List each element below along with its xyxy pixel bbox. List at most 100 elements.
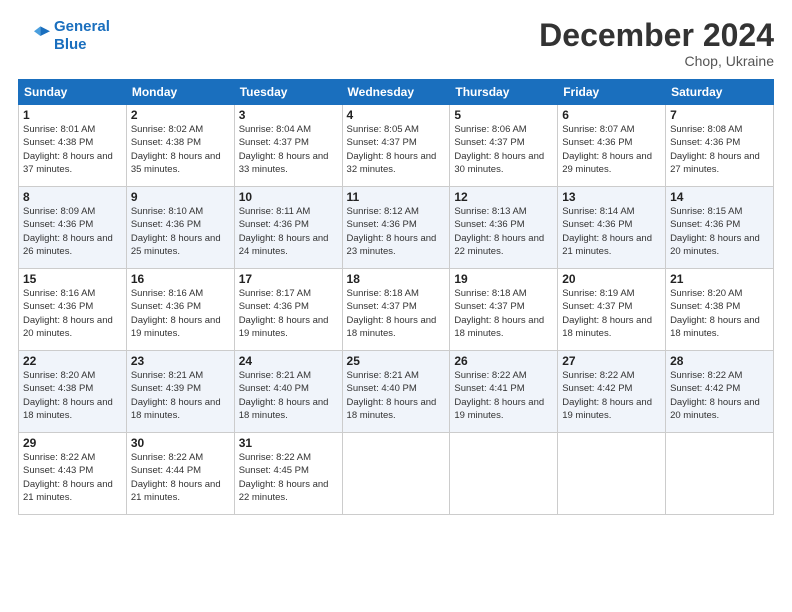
calendar-cell: 25 Sunrise: 8:21 AMSunset: 4:40 PMDaylig… <box>342 351 450 433</box>
calendar-cell: 2 Sunrise: 8:02 AMSunset: 4:38 PMDayligh… <box>126 105 234 187</box>
cell-info: Sunrise: 8:17 AMSunset: 4:36 PMDaylight:… <box>239 287 338 340</box>
day-number: 20 <box>562 272 661 286</box>
day-number: 7 <box>670 108 769 122</box>
calendar-cell: 11 Sunrise: 8:12 AMSunset: 4:36 PMDaylig… <box>342 187 450 269</box>
cell-info: Sunrise: 8:16 AMSunset: 4:36 PMDaylight:… <box>131 287 230 340</box>
cell-info: Sunrise: 8:21 AMSunset: 4:40 PMDaylight:… <box>239 369 338 422</box>
calendar-cell: 1 Sunrise: 8:01 AMSunset: 4:38 PMDayligh… <box>19 105 127 187</box>
calendar-cell <box>450 433 558 515</box>
week-row-5: 29 Sunrise: 8:22 AMSunset: 4:43 PMDaylig… <box>19 433 774 515</box>
cell-info: Sunrise: 8:22 AMSunset: 4:43 PMDaylight:… <box>23 451 122 504</box>
cell-info: Sunrise: 8:22 AMSunset: 4:42 PMDaylight:… <box>562 369 661 422</box>
col-wednesday: Wednesday <box>342 80 450 105</box>
day-number: 9 <box>131 190 230 204</box>
cell-info: Sunrise: 8:15 AMSunset: 4:36 PMDaylight:… <box>670 205 769 258</box>
cell-info: Sunrise: 8:07 AMSunset: 4:36 PMDaylight:… <box>562 123 661 176</box>
calendar-cell: 10 Sunrise: 8:11 AMSunset: 4:36 PMDaylig… <box>234 187 342 269</box>
calendar-cell: 14 Sunrise: 8:15 AMSunset: 4:36 PMDaylig… <box>666 187 774 269</box>
calendar-cell: 24 Sunrise: 8:21 AMSunset: 4:40 PMDaylig… <box>234 351 342 433</box>
calendar-cell: 27 Sunrise: 8:22 AMSunset: 4:42 PMDaylig… <box>558 351 666 433</box>
day-number: 30 <box>131 436 230 450</box>
cell-info: Sunrise: 8:18 AMSunset: 4:37 PMDaylight:… <box>347 287 446 340</box>
calendar-cell <box>558 433 666 515</box>
calendar-table: Sunday Monday Tuesday Wednesday Thursday… <box>18 79 774 515</box>
col-sunday: Sunday <box>19 80 127 105</box>
cell-info: Sunrise: 8:19 AMSunset: 4:37 PMDaylight:… <box>562 287 661 340</box>
cell-info: Sunrise: 8:04 AMSunset: 4:37 PMDaylight:… <box>239 123 338 176</box>
logo-text: General Blue <box>54 18 110 54</box>
calendar-cell <box>666 433 774 515</box>
week-row-3: 15 Sunrise: 8:16 AMSunset: 4:36 PMDaylig… <box>19 269 774 351</box>
cell-info: Sunrise: 8:08 AMSunset: 4:36 PMDaylight:… <box>670 123 769 176</box>
day-number: 10 <box>239 190 338 204</box>
day-number: 24 <box>239 354 338 368</box>
month-title: December 2024 <box>539 18 774 53</box>
day-number: 2 <box>131 108 230 122</box>
cell-info: Sunrise: 8:18 AMSunset: 4:37 PMDaylight:… <box>454 287 553 340</box>
logo-blue: Blue <box>54 36 110 54</box>
calendar-cell: 3 Sunrise: 8:04 AMSunset: 4:37 PMDayligh… <box>234 105 342 187</box>
col-thursday: Thursday <box>450 80 558 105</box>
logo: General Blue <box>18 18 110 54</box>
cell-info: Sunrise: 8:20 AMSunset: 4:38 PMDaylight:… <box>670 287 769 340</box>
cell-info: Sunrise: 8:21 AMSunset: 4:39 PMDaylight:… <box>131 369 230 422</box>
cell-info: Sunrise: 8:16 AMSunset: 4:36 PMDaylight:… <box>23 287 122 340</box>
calendar-header-row: Sunday Monday Tuesday Wednesday Thursday… <box>19 80 774 105</box>
day-number: 8 <box>23 190 122 204</box>
cell-info: Sunrise: 8:06 AMSunset: 4:37 PMDaylight:… <box>454 123 553 176</box>
day-number: 31 <box>239 436 338 450</box>
day-number: 13 <box>562 190 661 204</box>
day-number: 14 <box>670 190 769 204</box>
calendar-cell: 26 Sunrise: 8:22 AMSunset: 4:41 PMDaylig… <box>450 351 558 433</box>
cell-info: Sunrise: 8:05 AMSunset: 4:37 PMDaylight:… <box>347 123 446 176</box>
cell-info: Sunrise: 8:20 AMSunset: 4:38 PMDaylight:… <box>23 369 122 422</box>
day-number: 15 <box>23 272 122 286</box>
day-number: 1 <box>23 108 122 122</box>
calendar-cell: 29 Sunrise: 8:22 AMSunset: 4:43 PMDaylig… <box>19 433 127 515</box>
cell-info: Sunrise: 8:22 AMSunset: 4:44 PMDaylight:… <box>131 451 230 504</box>
day-number: 4 <box>347 108 446 122</box>
calendar-cell: 30 Sunrise: 8:22 AMSunset: 4:44 PMDaylig… <box>126 433 234 515</box>
calendar-cell: 15 Sunrise: 8:16 AMSunset: 4:36 PMDaylig… <box>19 269 127 351</box>
day-number: 27 <box>562 354 661 368</box>
day-number: 23 <box>131 354 230 368</box>
day-number: 6 <box>562 108 661 122</box>
header: General Blue December 2024 Chop, Ukraine <box>18 18 774 69</box>
logo-icon <box>18 20 50 52</box>
calendar-cell: 22 Sunrise: 8:20 AMSunset: 4:38 PMDaylig… <box>19 351 127 433</box>
calendar-cell: 23 Sunrise: 8:21 AMSunset: 4:39 PMDaylig… <box>126 351 234 433</box>
cell-info: Sunrise: 8:10 AMSunset: 4:36 PMDaylight:… <box>131 205 230 258</box>
calendar-cell <box>342 433 450 515</box>
calendar-cell: 18 Sunrise: 8:18 AMSunset: 4:37 PMDaylig… <box>342 269 450 351</box>
cell-info: Sunrise: 8:22 AMSunset: 4:45 PMDaylight:… <box>239 451 338 504</box>
calendar-cell: 7 Sunrise: 8:08 AMSunset: 4:36 PMDayligh… <box>666 105 774 187</box>
day-number: 28 <box>670 354 769 368</box>
day-number: 16 <box>131 272 230 286</box>
logo-general: General <box>54 18 110 35</box>
calendar-cell: 5 Sunrise: 8:06 AMSunset: 4:37 PMDayligh… <box>450 105 558 187</box>
day-number: 29 <box>23 436 122 450</box>
page: General Blue December 2024 Chop, Ukraine… <box>0 0 792 612</box>
col-friday: Friday <box>558 80 666 105</box>
day-number: 3 <box>239 108 338 122</box>
title-block: December 2024 Chop, Ukraine <box>539 18 774 69</box>
col-monday: Monday <box>126 80 234 105</box>
cell-info: Sunrise: 8:02 AMSunset: 4:38 PMDaylight:… <box>131 123 230 176</box>
calendar-cell: 17 Sunrise: 8:17 AMSunset: 4:36 PMDaylig… <box>234 269 342 351</box>
day-number: 26 <box>454 354 553 368</box>
cell-info: Sunrise: 8:13 AMSunset: 4:36 PMDaylight:… <box>454 205 553 258</box>
day-number: 25 <box>347 354 446 368</box>
calendar-cell: 13 Sunrise: 8:14 AMSunset: 4:36 PMDaylig… <box>558 187 666 269</box>
cell-info: Sunrise: 8:12 AMSunset: 4:36 PMDaylight:… <box>347 205 446 258</box>
day-number: 5 <box>454 108 553 122</box>
col-tuesday: Tuesday <box>234 80 342 105</box>
cell-info: Sunrise: 8:01 AMSunset: 4:38 PMDaylight:… <box>23 123 122 176</box>
calendar-cell: 8 Sunrise: 8:09 AMSunset: 4:36 PMDayligh… <box>19 187 127 269</box>
calendar-cell: 4 Sunrise: 8:05 AMSunset: 4:37 PMDayligh… <box>342 105 450 187</box>
day-number: 12 <box>454 190 553 204</box>
location: Chop, Ukraine <box>539 53 774 69</box>
calendar-cell: 16 Sunrise: 8:16 AMSunset: 4:36 PMDaylig… <box>126 269 234 351</box>
day-number: 11 <box>347 190 446 204</box>
cell-info: Sunrise: 8:21 AMSunset: 4:40 PMDaylight:… <box>347 369 446 422</box>
week-row-2: 8 Sunrise: 8:09 AMSunset: 4:36 PMDayligh… <box>19 187 774 269</box>
